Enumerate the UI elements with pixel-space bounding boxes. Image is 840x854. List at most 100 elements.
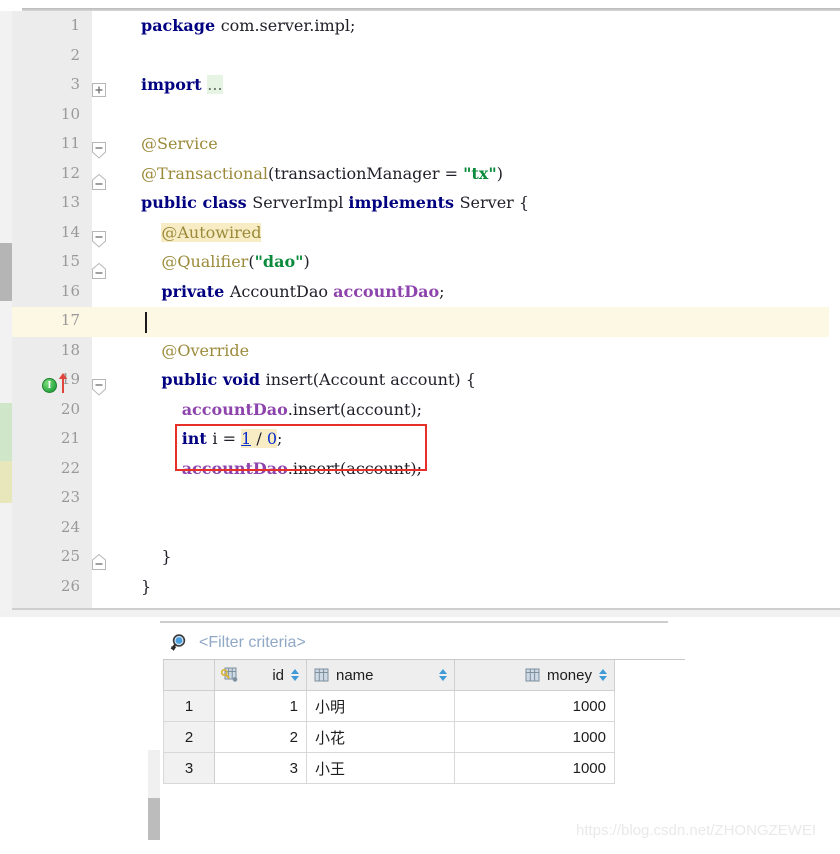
code-line-text: } [141,576,152,596]
column-header-money[interactable]: money [454,660,615,691]
row-number-header [163,660,215,691]
sort-arrows-icon[interactable] [438,668,448,682]
grid-header-row: id name money [163,660,615,691]
line-number: 2 [70,45,80,64]
code-line[interactable]: 24 [0,513,840,543]
code-line-text: @Qualifier("dao") [161,252,310,271]
line-number: 24 [60,517,80,536]
column-header-name[interactable]: name [306,660,455,691]
code-line[interactable]: 3 import ... [0,70,840,100]
result-panel-top-divider [148,621,668,623]
implemented-method-icon[interactable]: I [42,378,57,393]
code-line-text: public void insert(Account account) { [161,370,476,389]
fold-marker-collapse-method-top[interactable] [91,378,108,396]
row-number-cell: 2 [163,721,215,753]
code-line[interactable]: 26} [0,572,840,602]
code-line[interactable]: 25 } [0,542,840,572]
cell-name[interactable]: 小明 [306,690,455,722]
line-number: 13 [60,193,80,211]
code-line[interactable]: 13 public class ServerImpl implements Ser… [0,188,840,218]
code-line[interactable]: 12 @Transactional(transactionManager = "t… [0,159,840,189]
code-line[interactable]: 16 private AccountDao accountDao; [0,277,840,307]
code-line[interactable]: 23 [0,483,840,513]
code-line[interactable]: 19 public void insert(Account account) { [0,365,840,395]
grid-body[interactable]: 1 1 小明 1000 2 2 小花 1000 3 3 小王 1000 [163,690,615,784]
column-icon [524,667,541,683]
fold-marker-collapse-class-top[interactable] [91,141,108,159]
code-line-text: } [141,547,172,566]
row-number-cell: 3 [163,752,215,784]
code-line-text: @Autowired [161,222,262,242]
code-line[interactable]: 15 @Qualifier("dao") [0,247,840,277]
column-icon [313,667,330,683]
code-line[interactable]: 10 [0,100,840,130]
filter-criteria-placeholder[interactable]: <Filter criteria> [199,631,306,655]
sort-arrows-icon[interactable] [598,668,608,682]
fold-marker-collapse-field-bottom[interactable] [91,262,108,279]
code-line[interactable]: 14 @Autowired [0,218,840,248]
watermark-text: https://blog.csdn.net/ZHONGZEWEI [576,822,817,839]
table-row[interactable]: 1 1 小明 1000 [163,690,615,722]
code-line-text: @Service [141,134,218,153]
line-number: 12 [60,163,80,182]
cell-money[interactable]: 1000 [454,721,615,753]
line-number: 20 [60,399,80,418]
line-number: 23 [60,488,80,506]
code-line[interactable]: 20 accountDao.insert(account); [0,395,840,425]
cell-id[interactable]: 3 [214,752,307,784]
cell-name[interactable]: 小花 [306,721,455,753]
code-line[interactable]: 1 package com.server.impl; [0,11,840,41]
line-number: 10 [60,104,80,123]
code-line[interactable]: 18 @Override [0,336,840,366]
sort-arrows-icon[interactable] [290,668,300,682]
code-line-text: @Transactional(transactionManager = "tx"… [141,163,503,183]
cell-id[interactable]: 2 [214,721,307,753]
cell-money[interactable]: 1000 [454,690,615,722]
code-editor-panel[interactable]: 1 package com.server.impl; 2 3 import ... 10 1… [0,0,840,617]
line-number: 25 [60,547,80,565]
line-number: 14 [60,222,80,241]
cell-id[interactable]: 1 [214,690,307,722]
line-number: 15 [60,252,80,270]
line-number: 22 [60,458,80,477]
fold-marker-expand-import[interactable] [91,82,108,99]
line-number: 21 [60,429,80,447]
fold-marker-collapse-annotation[interactable] [91,173,108,190]
row-number-cell: 1 [163,690,215,722]
editor-bottom-filler [0,610,840,617]
line-number: 17 [60,311,80,329]
line-number: 3 [70,75,80,93]
override-up-arrow-icon[interactable] [58,372,68,394]
code-line[interactable]: 11 @Service [0,129,840,159]
table-row[interactable]: 3 3 小王 1000 [163,752,615,784]
result-vertical-scrollbar[interactable] [148,620,160,854]
code-line-text: @Override [161,340,250,360]
code-line-text: package com.server.impl; [141,16,356,35]
filter-criteria-bar[interactable]: <Filter criteria> [163,626,685,660]
cell-money[interactable]: 1000 [454,752,615,784]
column-header-label: money [546,666,592,684]
column-header-label: id [272,666,284,684]
column-header-label: name [336,666,374,684]
line-number: 26 [60,576,80,595]
fold-marker-collapse-method-bottom[interactable] [91,553,108,570]
fold-marker-collapse-field-top[interactable] [91,230,108,248]
line-number: 1 [70,16,80,34]
code-line-text: import ... [141,75,223,94]
query-result-panel[interactable]: <Filter criteria> id name money 1 1 小明 1… [148,620,688,854]
code-line-text: accountDao.insert(account); [181,399,423,419]
code-line-text: private AccountDao accountDao; [161,281,445,301]
line-number: 11 [60,134,80,152]
code-line[interactable]: 2 [0,41,840,71]
line-number: 18 [60,340,80,359]
result-grid[interactable]: id name money 1 1 小明 1000 2 2 小花 1000 3 … [163,660,615,784]
cell-name[interactable]: 小王 [306,752,455,784]
code-line-text: public class ServerImpl implements Serve… [141,193,530,212]
implemented-method-glyph: I [47,380,52,391]
red-highlight-rectangle [175,424,427,471]
table-row[interactable]: 2 2 小花 1000 [163,721,615,753]
code-line[interactable]: 17 [0,306,840,336]
result-scrollbar-thumb[interactable] [148,798,160,840]
filter-search-icon[interactable] [169,632,191,654]
column-header-id[interactable]: id [214,660,307,691]
